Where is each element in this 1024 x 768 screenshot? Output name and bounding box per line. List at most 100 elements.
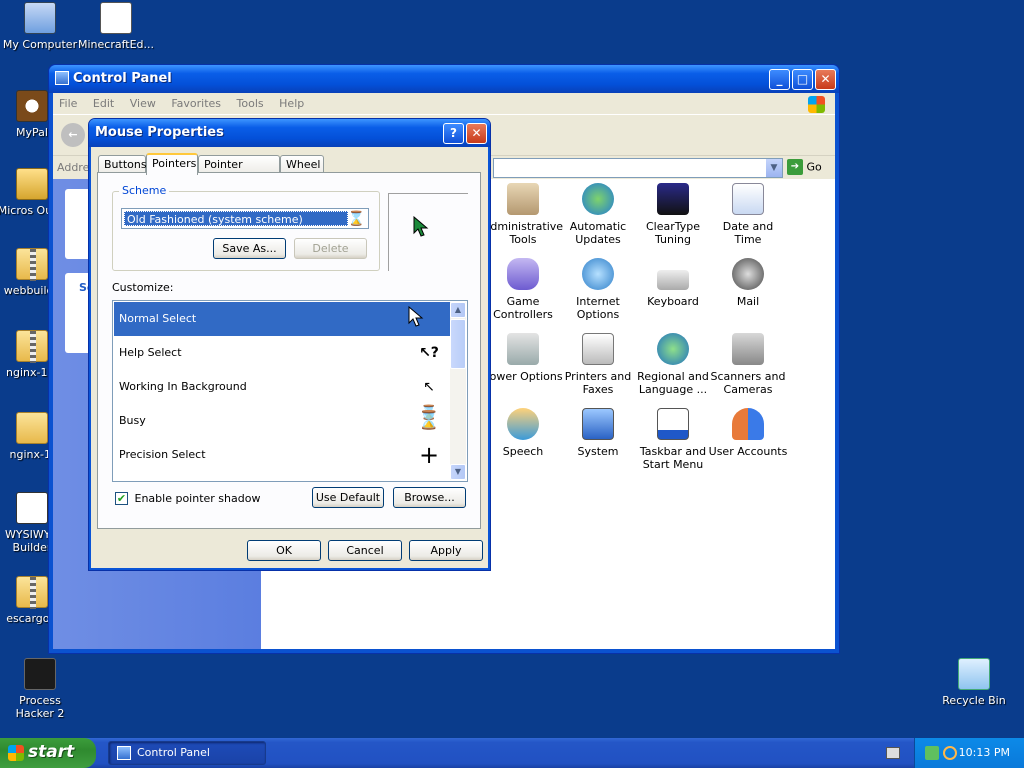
pointers-tab-page: Scheme Old Fashioned (system scheme) ⌛ S… (97, 172, 481, 529)
cp-item-user-accounts[interactable]: User Accounts (708, 408, 788, 458)
desktop-icon-my-computer[interactable]: My Computer (0, 2, 80, 51)
minimize-button[interactable]: _ (769, 69, 790, 90)
cp-item-taskbar-start[interactable]: Taskbar and Start Menu (633, 408, 713, 471)
maximize-button[interactable]: □ (792, 69, 813, 90)
windows-flag-icon (8, 745, 24, 761)
cp-item-automatic-updates[interactable]: Automatic Updates (558, 183, 638, 246)
cursor-row-precision-select[interactable]: Precision Select + (114, 438, 450, 472)
taskbar-item-control-panel[interactable]: Control Panel (108, 741, 266, 765)
menu-view[interactable]: View (124, 93, 162, 114)
power-plug-icon (507, 333, 539, 365)
speech-icon (507, 408, 539, 440)
menu-file[interactable]: File (53, 93, 83, 114)
apply-button[interactable]: Apply (409, 540, 483, 561)
cursor-row-normal-select[interactable]: Normal Select (114, 302, 450, 336)
use-default-button[interactable]: Use Default (312, 487, 384, 508)
cp-item-keyboard[interactable]: Keyboard (633, 258, 713, 308)
cp-item-label: Regional and Language ... (637, 370, 709, 396)
clock[interactable]: 10:13 PM (959, 746, 1010, 759)
pointer-shadow-option[interactable]: ✔ Enable pointer shadow (112, 491, 260, 505)
cp-item-game-controllers[interactable]: Game Controllers (483, 258, 563, 321)
cp-item-regional-language[interactable]: Regional and Language ... (633, 333, 713, 396)
mail-icon (732, 258, 764, 290)
close-button[interactable]: ✕ (466, 123, 487, 144)
menu-tools[interactable]: Tools (231, 93, 270, 114)
scroll-up-icon[interactable]: ▲ (450, 302, 466, 318)
cursor-row-busy[interactable]: Busy ⌛ (114, 404, 450, 438)
cancel-button[interactable]: Cancel (328, 540, 402, 561)
delete-button[interactable]: Delete (294, 238, 367, 259)
desktop-icon-process-hacker[interactable]: Process Hacker 2 (0, 658, 80, 720)
cursor-name: Help Select (119, 346, 182, 359)
search-tray-icon[interactable] (943, 746, 957, 760)
cp-item-label: Scanners and Cameras (710, 370, 786, 396)
scanner-camera-icon (732, 333, 764, 365)
control-panel-titlebar[interactable]: Control Panel _ □ ✕ (49, 65, 839, 93)
back-button[interactable]: ← (61, 123, 85, 147)
tab-pointers[interactable]: Pointers (146, 153, 198, 175)
cp-item-system[interactable]: System (558, 408, 638, 458)
mypal-icon (16, 90, 48, 122)
administrative-tools-icon (507, 183, 539, 215)
save-as-button[interactable]: Save As... (213, 238, 286, 259)
browse-button[interactable]: Browse... (393, 487, 466, 508)
scheme-dropdown[interactable]: Old Fashioned (system scheme) ⌛ (121, 208, 369, 229)
cp-item-label: Power Options (483, 370, 563, 383)
network-tray-icon[interactable] (925, 746, 939, 760)
start-label: start (28, 742, 75, 762)
cp-item-label: Keyboard (647, 295, 699, 308)
cp-item-administrative-tools[interactable]: Administrative Tools (483, 183, 563, 246)
hourglass-icon: ⌛ (417, 410, 441, 431)
cursor-name: Busy (119, 414, 146, 427)
chevron-down-icon[interactable]: ▼ (766, 159, 782, 177)
help-button[interactable]: ? (443, 123, 464, 144)
start-button[interactable]: start (0, 738, 96, 768)
menu-help[interactable]: Help (273, 93, 310, 114)
calendar-clock-icon (732, 183, 764, 215)
cp-item-mail[interactable]: Mail (708, 258, 788, 308)
zip-folder-icon (16, 248, 48, 281)
process-hacker-icon (24, 658, 56, 690)
zip-folder-icon (16, 576, 48, 609)
menu-edit[interactable]: Edit (87, 93, 120, 114)
menu-bar: File Edit View Favorites Tools Help (53, 93, 835, 115)
cursor-list-scrollbar[interactable]: ▲ ▼ (450, 302, 466, 480)
arrow-cursor-icon (408, 306, 424, 327)
menu-favorites[interactable]: Favorites (165, 93, 227, 114)
scheme-group-title: Scheme (119, 184, 170, 197)
pointer-shadow-checkbox[interactable]: ✔ (115, 491, 128, 505)
cp-item-internet-options[interactable]: Internet Options (558, 258, 638, 321)
dialog-titlebar[interactable]: Mouse Properties ? ✕ (89, 119, 490, 147)
users-icon (732, 408, 764, 440)
cursor-list[interactable]: Normal Select Help Select ↖? Working In … (112, 300, 468, 482)
pointer-preview (388, 193, 468, 271)
cp-item-date-time[interactable]: Date and Time (708, 183, 788, 246)
scroll-down-icon[interactable]: ▼ (450, 464, 466, 480)
mouse-properties-dialog: Mouse Properties ? ✕ Buttons Pointers Po… (88, 118, 491, 571)
ok-button[interactable]: OK (247, 540, 321, 561)
cp-item-scanners-cameras[interactable]: Scanners and Cameras (708, 333, 788, 396)
desktop-icon-minecraft[interactable]: MinecraftEd... (76, 2, 156, 51)
scheme-selected-value: Old Fashioned (system scheme) (124, 211, 348, 226)
customize-label: Customize: (112, 281, 174, 294)
keyboard-tray-icon[interactable] (886, 747, 900, 759)
help-cursor-icon: ↖? (419, 345, 439, 361)
go-button[interactable]: ➔ Go (787, 159, 827, 177)
cursor-row-help-select[interactable]: Help Select ↖? (114, 336, 450, 370)
cp-item-speech[interactable]: Speech (483, 408, 563, 458)
keyboard-icon (657, 270, 689, 290)
cp-item-power-options[interactable]: Power Options (483, 333, 563, 383)
cp-item-printers-faxes[interactable]: Printers and Faxes (558, 333, 638, 396)
cp-item-label: Administrative Tools (483, 220, 564, 246)
control-panel-icon (117, 746, 131, 760)
desktop-icon-recycle-bin[interactable]: Recycle Bin (934, 658, 1014, 707)
cp-item-cleartype[interactable]: ClearType Tuning (633, 183, 713, 246)
windows-logo-icon (808, 96, 825, 113)
desktop-icon-label: My Computer (2, 38, 78, 51)
internet-globe-icon (582, 258, 614, 290)
cursor-row-working-background[interactable]: Working In Background ↖⌛ (114, 370, 450, 421)
computer-icon (24, 2, 56, 34)
close-button[interactable]: ✕ (815, 69, 836, 90)
scroll-thumb[interactable] (450, 319, 466, 369)
address-input[interactable]: ▼ (493, 158, 783, 178)
